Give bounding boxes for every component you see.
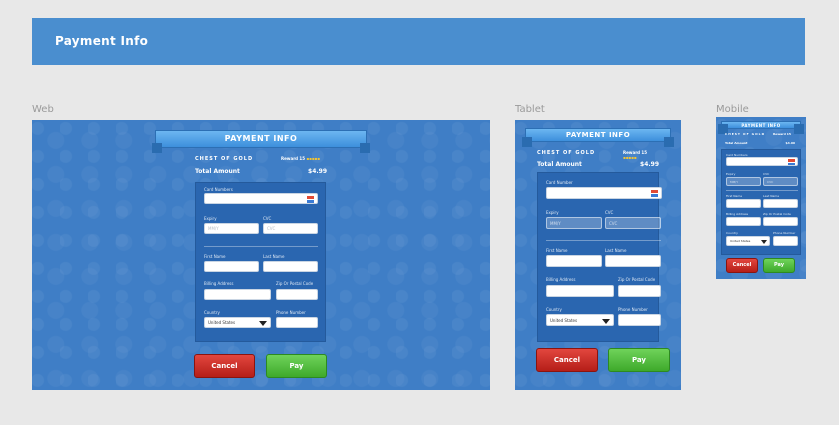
web-frame-label: Web [32,104,54,115]
payment-info-banner: PAYMENT INFO [522,128,674,147]
billing-address-label: Billing Address [726,212,749,216]
web-frame: PAYMENT INFO CHEST OF GOLD Reward 15 ▪▪▪… [32,120,490,390]
item-summary: CHEST OF GOLD Reward 15 ▪▪▪▪▪ Total Amou… [537,150,659,170]
country-select[interactable]: United States [546,314,614,326]
reward-label: Reward 15 ▪▪▪▪▪ [281,156,320,161]
country-label: Country [546,307,562,312]
zip-input[interactable] [276,289,318,300]
cvc-input[interactable]: CVC [263,223,318,234]
last-name-input[interactable] [263,261,318,272]
zip-input[interactable] [618,285,661,297]
page-title: Payment Info [55,34,149,48]
country-select[interactable]: United States [204,317,271,328]
card-brand-icons [788,159,795,165]
expiry-label: Expiry [726,172,736,176]
payment-info-banner: PAYMENT INFO [718,121,804,134]
billing-address-label: Billing Address [204,281,234,286]
zip-label: Zip Or Postal Code [763,212,791,216]
payment-info-banner: PAYMENT INFO [152,130,370,153]
cvc-label: CVC [605,210,614,215]
first-name-label: First Name [726,194,743,198]
reward-label: Reward 15 ▪▪▪▪▪ [623,150,647,160]
coin-icon: ▪▪▪▪▪ [623,155,637,160]
last-name-input[interactable] [605,255,661,267]
coin-icon: ▪▪▪▪▪ [306,156,320,161]
total-amount: $4.99 [785,141,796,145]
reward-label: Reward 15 [773,132,791,136]
item-name: CHEST OF GOLD [195,156,254,162]
phone-label: Phone Number [276,310,306,315]
zip-label: Zip Or Postal Code [618,277,656,282]
last-name-label: Last Name [605,248,627,253]
item-name: CHEST OF GOLD [725,132,766,136]
expiry-label: Expiry [546,210,559,215]
pay-button[interactable]: Pay [266,354,327,378]
phone-label: Phone Number [773,231,796,235]
item-summary: CHEST OF GOLD Reward 15 Total Amount $4.… [725,132,795,148]
divider [204,246,318,247]
cvc-input[interactable]: CVC [605,217,661,229]
first-name-input[interactable] [546,255,602,267]
item-name: CHEST OF GOLD [537,150,596,156]
total-label: Total Amount [195,168,240,175]
divider [726,190,798,191]
first-name-input[interactable] [726,199,761,208]
card-number-input[interactable] [546,187,662,199]
total-label: Total Amount [537,161,582,168]
total-amount: $4.99 [640,161,659,168]
payment-form: Card Numbers Expiry MM/Y CVC CVC First N… [195,182,326,342]
last-name-label: Last Name [763,194,780,198]
phone-input[interactable] [773,236,798,246]
zip-input[interactable] [763,217,798,226]
item-summary: CHEST OF GOLD Reward 15 ▪▪▪▪▪ Total Amou… [195,156,327,176]
total-amount: $4.99 [308,168,327,175]
card-brand-icons [651,190,658,197]
zip-label: Zip Or Postal Code [276,281,314,286]
payment-form: Card Number Expiry MM/Y CVC CVC First Na… [537,172,662,342]
last-name-input[interactable] [763,199,798,208]
first-name-input[interactable] [204,261,259,272]
card-number-input[interactable] [726,157,798,166]
pay-button[interactable]: Pay [608,348,670,372]
chevron-down-icon [761,240,767,244]
cvc-label: CVC [763,172,770,176]
cvc-label: CVC [263,216,272,221]
header-bar: Payment Info [32,18,805,65]
last-name-label: Last Name [263,254,285,259]
billing-address-input[interactable] [546,285,614,297]
chevron-down-icon [259,321,267,326]
billing-address-input[interactable] [726,217,761,226]
card-number-input[interactable] [204,193,318,204]
country-label: Country [726,231,738,235]
card-number-label: Card Numbers [204,187,233,192]
payment-form: Card Numbers Expiry MM/Y CVC CVC First N… [721,149,801,255]
cancel-button[interactable]: Cancel [194,354,255,378]
expiry-label: Expiry [204,216,217,221]
expiry-input[interactable]: MM/Y [726,177,761,186]
cancel-button[interactable]: Cancel [536,348,598,372]
total-label: Total Amount [725,141,748,145]
billing-address-label: Billing Address [546,277,576,282]
phone-input[interactable] [618,314,661,326]
mobile-frame-label: Mobile [716,104,749,115]
billing-address-input[interactable] [204,289,271,300]
country-select[interactable]: United States [726,236,770,246]
cancel-button[interactable]: Cancel [726,258,758,273]
card-number-label: Card Number [546,180,573,185]
tablet-frame-label: Tablet [515,104,545,115]
expiry-input[interactable]: MM/Y [204,223,259,234]
first-name-label: First Name [204,254,226,259]
expiry-input[interactable]: MM/Y [546,217,602,229]
phone-label: Phone Number [618,307,648,312]
phone-input[interactable] [276,317,318,328]
cvc-input[interactable]: CVC [763,177,798,186]
divider [546,240,661,241]
pay-button[interactable]: Pay [763,258,795,273]
country-label: Country [204,310,220,315]
first-name-label: First Name [546,248,568,253]
card-brand-icons [307,196,314,203]
mobile-frame: PAYMENT INFO CHEST OF GOLD Reward 15 Tot… [716,117,806,279]
tablet-frame: PAYMENT INFO CHEST OF GOLD Reward 15 ▪▪▪… [515,120,681,390]
chevron-down-icon [602,319,610,324]
